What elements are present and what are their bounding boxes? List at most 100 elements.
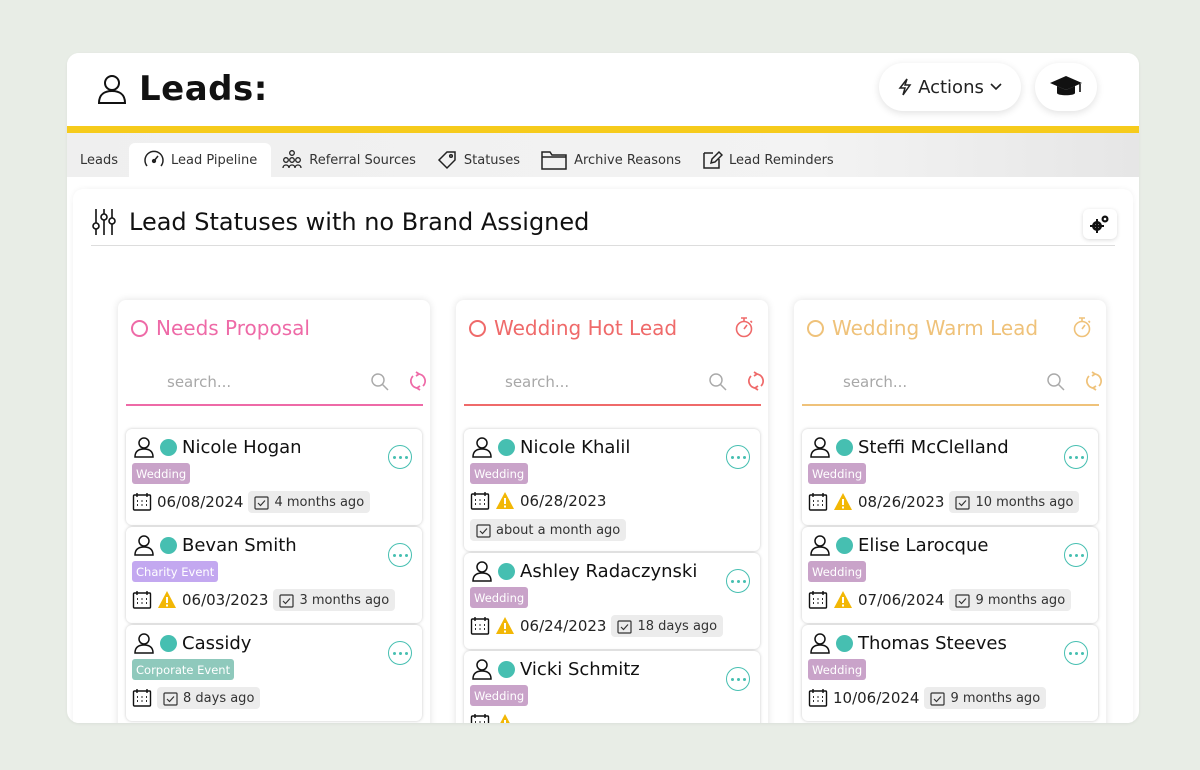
more-options-button[interactable] [726,667,750,691]
calendar-check-icon [254,495,270,510]
refresh-icon[interactable] [747,371,765,391]
refresh-icon[interactable] [409,371,427,391]
lead-meta: 06/08/2024 4 months ago [132,491,371,513]
last-activity: 9 months ago [924,687,1047,709]
calendar-check-icon [955,593,971,608]
status-column-wedding-warm-lead: Wedding Warm Lead Steffi McClelland Wedd… [794,300,1106,723]
event-type-tag: Corporate Event [132,659,235,680]
lead-name-row: Thomas Steeves [809,632,1007,654]
person-icon [134,437,154,458]
lead-name[interactable]: Nicole Hogan [182,437,302,458]
tab-archive-reasons[interactable]: Archive Reasons [530,143,691,177]
column-search [464,360,764,406]
calendar-icon [132,493,152,511]
more-options-button[interactable] [388,641,412,665]
warning-icon [834,493,852,510]
lead-name-row: Nicole Hogan [133,436,302,458]
calendar-check-icon [163,691,178,706]
column-header: Needs Proposal [131,316,310,340]
more-options-button[interactable] [388,445,412,469]
more-options-button[interactable] [726,445,750,469]
more-options-button[interactable] [388,543,412,567]
more-options-button[interactable] [1064,543,1088,567]
status-dot [160,634,177,652]
panel-title: Lead Statuses with no Brand Assigned [129,208,590,236]
lead-name-row: Steffi McClelland [809,436,1009,458]
top-bar: Leads: Actions [67,53,1139,127]
lead-name[interactable]: Vicki Schmitz [520,659,640,680]
lead-name[interactable]: Bevan Smith [182,535,297,556]
training-button[interactable] [1035,63,1097,111]
lead-card[interactable]: Elise Larocque Wedding 07/06/2024 9 mont… [802,527,1098,623]
lead-name[interactable]: Elise Larocque [858,535,988,556]
more-options-button[interactable] [726,569,750,593]
lead-card[interactable]: Thomas Steeves Wedding 10/06/2024 9 mont… [802,625,1098,721]
tab-lead-pipeline[interactable]: Lead Pipeline [129,143,272,177]
lead-name-row: Vicki Schmitz [471,658,640,680]
settings-button[interactable] [1083,209,1117,239]
calendar-check-icon [930,691,946,706]
breadcrumb-leads[interactable]: Leads [80,153,118,168]
lead-name[interactable]: Nicole Khalil [520,437,630,458]
search-icon[interactable] [708,372,728,392]
lead-name[interactable]: Thomas Steeves [858,633,1007,654]
lead-card[interactable]: Cassidy Corporate Event 8 days ago [126,625,422,721]
calendar-icon [132,591,152,609]
more-options-button[interactable] [1064,445,1088,469]
person-icon [810,535,830,556]
last-activity-text: 9 months ago [975,592,1066,608]
person-icon [810,633,830,654]
lead-name-row: Nicole Khalil [471,436,630,458]
lead-meta: 08/26/2023 10 months ago [808,491,1080,513]
last-activity-text: 4 months ago [274,494,365,510]
lead-card[interactable]: Nicole Hogan Wedding 06/08/2024 4 months… [126,429,422,525]
actions-label: Actions [918,76,984,98]
tab-lead-reminders[interactable]: Lead Reminders [691,143,844,177]
lead-name[interactable]: Steffi McClelland [858,437,1009,458]
accent-bar [67,126,1139,133]
lead-name[interactable]: Ashley Radaczynski [520,561,697,582]
lead-card[interactable]: Vicki Schmitz Wedding [464,651,760,723]
lead-card[interactable]: Bevan Smith Charity Event 06/03/2023 3 m… [126,527,422,623]
calendar-icon [132,689,152,707]
column-search [126,360,426,406]
lead-name-row: Cassidy [133,632,251,654]
tab-label: Archive Reasons [574,152,682,168]
lead-card[interactable]: Nicole Khalil Wedding 06/28/2023 about a… [464,429,760,551]
panel-header: Lead Statuses with no Brand Assigned [91,207,589,237]
status-dot [498,562,515,580]
person-icon [472,659,492,680]
tab-label: Lead Pipeline [171,152,258,168]
app-window: Leads: Actions Leads Lead Pipeline Refer… [67,53,1139,723]
tab-label: Referral Sources [309,152,416,168]
status-dot [160,438,177,456]
event-type-tag: Wedding [470,587,529,608]
refresh-icon[interactable] [1085,371,1103,391]
divider [91,245,1115,246]
calendar-icon [808,591,828,609]
column-header: Wedding Hot Lead [469,316,677,340]
lead-card[interactable]: Ashley Radaczynski Wedding 06/24/2023 18… [464,553,760,649]
lead-name[interactable]: Cassidy [182,633,251,654]
event-date: 06/08/2024 [157,493,244,511]
event-type-tag: Wedding [808,659,867,680]
person-icon [134,633,154,654]
tab-statuses[interactable]: Statuses [426,143,530,177]
warning-icon [834,591,852,608]
actions-button[interactable]: Actions [879,63,1021,111]
column-title: Wedding Hot Lead [494,316,678,340]
status-dot [498,660,515,678]
search-icon[interactable] [1046,372,1066,392]
more-options-button[interactable] [1064,641,1088,665]
page-title: Leads: [139,69,268,109]
warning-icon [496,492,514,509]
lead-meta: 8 days ago [132,687,261,709]
column-title: Needs Proposal [156,316,310,340]
tab-referral-sources[interactable]: Referral Sources [271,143,426,177]
calendar-check-icon [617,619,633,634]
last-activity: 10 months ago [949,491,1080,513]
lead-card[interactable]: Steffi McClelland Wedding 08/26/2023 10 … [802,429,1098,525]
tag-icon [437,151,456,170]
person-icon [472,561,492,582]
search-icon[interactable] [370,372,390,392]
